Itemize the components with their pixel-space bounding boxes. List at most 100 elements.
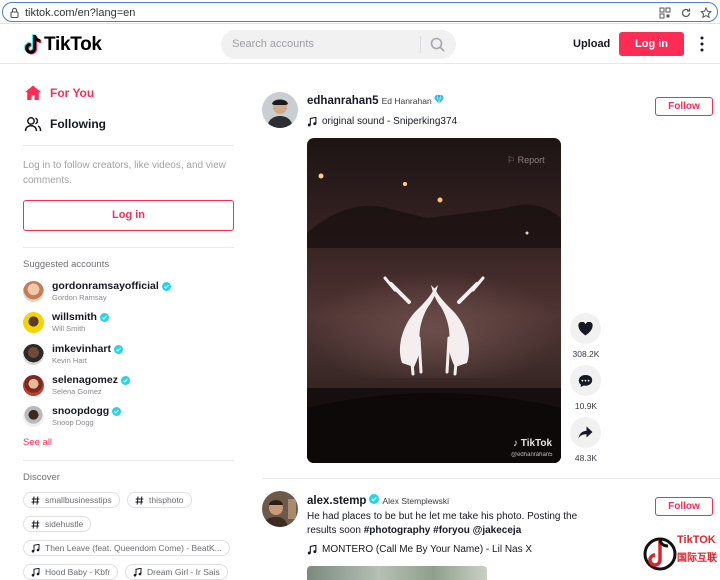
sidebar-divider [23,247,234,248]
video-report-text[interactable]: ⚐ Report [507,155,545,165]
post-sound[interactable]: original sound - Sniperking374 [307,116,457,127]
post-sound[interactable]: MONTERO (Call Me By Your Name) - Lil Nas… [307,544,532,555]
video-handle: @edhanrahan5 [511,452,553,458]
watermark-note-icon [643,537,677,571]
comment-icon [578,374,593,387]
sidebar-item-for-you[interactable]: For You [24,82,94,104]
qr-code-icon[interactable] [659,7,671,19]
users-icon [24,117,42,132]
discover-tag-music[interactable]: Then Leave (feat. Queendom Come) - BeatK… [23,540,230,556]
avatar [23,280,44,302]
share-count: 48.3K [574,453,598,463]
tiktok-logo[interactable]: TikTok [24,33,102,57]
more-options-icon[interactable] [698,35,706,53]
like-action[interactable]: 308.2K [570,313,602,359]
video-watermark: ♪ TikTok [513,438,553,449]
tag-label: Dream Girl - Ir Sais [147,567,220,577]
discover-tag-music[interactable]: Dream Girl - Ir Sais [125,564,228,580]
post-author-avatar[interactable] [262,491,298,527]
share-action[interactable]: 48.3K [570,417,602,463]
music-note-icon [133,567,142,576]
suggested-accounts-title: Suggested accounts [23,259,110,270]
verified-badge-icon [161,281,171,291]
discover-tag-music[interactable]: Hood Baby - Kbfr [23,564,119,580]
avatar [23,311,44,333]
discover-tag-hashtag[interactable]: thisphoto [127,492,192,508]
post-username: edhanrahan5 [307,95,379,107]
sidebar-divider [23,145,234,146]
heart-icon [578,321,593,335]
discover-tag-hashtag[interactable]: smallbusinesstips [23,492,120,508]
tiktok-note-icon [24,34,42,55]
avatar [262,491,298,527]
post-divider [262,478,720,479]
follow-button[interactable]: Follow [655,497,713,516]
upload-button[interactable]: Upload [573,38,610,50]
video-feed: edhanrahan5 Ed Hanrahan original sound -… [245,64,720,580]
search-input[interactable]: Search accounts [232,38,314,50]
top-header: TikTok Search accounts Upload Log in [0,24,720,64]
avatar [262,92,298,128]
hashtag-icon [31,495,40,505]
music-note-icon [31,567,40,576]
url-field[interactable]: tiktok.com/en?lang=en [2,2,718,22]
account-username: selenagomez [52,374,118,386]
account-display-name: Selena Gomez [52,387,102,396]
suggested-account[interactable]: willsmith Will Smith [23,310,109,334]
header-login-button[interactable]: Log in [619,32,684,56]
account-username: imkevinhart [52,343,111,355]
post-author[interactable]: edhanrahan5 Ed Hanrahan [307,95,444,107]
star-bookmark-icon[interactable] [700,7,712,19]
sidebar: For You Following Log in to follow creat… [0,64,245,580]
tag-label: Then Leave (feat. Queendom Come) - BeatK… [45,543,222,553]
share-arrow-icon [578,426,593,439]
account-display-name: Will Smith [52,324,86,333]
caption-hashtags[interactable]: #photography #foryou @jakeceja [364,525,522,536]
verified-badge-icon [99,312,109,322]
discover-tag-hashtag[interactable]: sidehustle [23,516,92,532]
video-frame: ⚐ Report ♪ TikTok @edhanrahan5 [307,138,561,463]
home-icon [25,85,41,100]
refresh-shield-icon[interactable] [680,7,692,19]
post-display-name: Alex Stemplewski [382,496,450,506]
diamond-icon [433,95,444,104]
suggested-account[interactable]: selenagomez Selena Gomez [23,373,130,397]
account-display-name: Kevin Hart [52,356,88,365]
watermark-line-1: TikTOK [677,534,716,546]
verified-badge-icon [369,494,380,504]
post-display-name: Ed Hanrahan [381,96,432,106]
login-prompt-text: Log in to follow creators, like videos, … [23,160,226,186]
follow-button[interactable]: Follow [655,97,713,116]
sidebar-item-following[interactable]: Following [24,113,106,135]
search-divider [420,36,421,53]
search-icon[interactable] [430,37,445,52]
sidebar-item-label: Following [50,117,106,131]
post-author-avatar[interactable] [262,92,298,128]
music-note-icon [307,544,317,554]
hashtag-icon [135,495,144,505]
sidebar-login-button[interactable]: Log in [23,200,234,231]
post-caption: He had places to be but he let me take h… [307,510,607,538]
suggested-account[interactable]: snoopdogg Snoop Dogg [23,404,122,428]
account-username: snoopdogg [52,405,110,417]
account-username: willsmith [52,311,97,323]
post-author[interactable]: alex.stemp Alex Stemplewski [307,494,449,507]
search-bar[interactable]: Search accounts [221,30,456,59]
verified-badge-icon [120,375,130,385]
suggested-account[interactable]: gordonramsayofficial Gordon Ramsay [23,279,171,303]
see-all-link[interactable]: See all [23,437,52,448]
logo-wordmark: TikTok [44,34,102,55]
video-player[interactable]: ⚐ Report ♪ TikTok @edhanrahan5 [307,138,561,463]
avatar [23,343,44,365]
post-sound-title: original sound - Sniperking374 [322,116,458,127]
comment-action[interactable]: 10.9K [570,365,602,411]
lock-icon [10,7,19,18]
account-display-name: Gordon Ramsay [52,293,107,302]
post-sound-title: MONTERO (Call Me By Your Name) - Lil Nas… [322,544,533,555]
video-player-preview[interactable] [307,566,487,580]
avatar [23,405,44,427]
watermark-line-2: 国际互联 [677,553,717,564]
verified-badge-icon [112,406,122,416]
suggested-account[interactable]: imkevinhart Kevin Hart [23,342,123,366]
browser-address-bar: tiktok.com/en?lang=en [0,0,720,24]
